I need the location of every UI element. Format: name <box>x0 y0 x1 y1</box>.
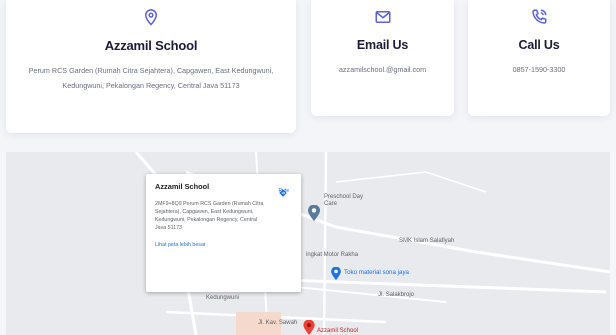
map-info-window: Azzamil School 2MF9+8Q9 Perum RCS Garden… <box>146 174 301 292</box>
phone-card: Call Us 0857-1590-3300 <box>468 0 610 116</box>
email-card: Email Us azzamilschool.@gmail.com <box>311 0 454 116</box>
map-label-kedungwuni: Kedungwuni <box>206 295 240 301</box>
email-title: Email Us <box>356 38 409 52</box>
map-label-azzamil: Azzamil School <box>317 328 359 334</box>
phone-title: Call Us <box>518 38 560 52</box>
info-window-address: 2MF9+8Q9 Perum RCS Garden (Rumah Citra S… <box>155 201 264 231</box>
map-label-toko: Toko material sona jaya <box>344 269 410 276</box>
phone-call-icon <box>532 9 547 24</box>
directions-icon <box>279 189 288 197</box>
directions-button[interactable]: Rute <box>278 188 289 197</box>
store-pin-icon <box>331 267 341 280</box>
preschool-pin-icon <box>308 205 320 221</box>
envelope-icon <box>375 11 390 23</box>
address-card: Azzamil School Perum RCS Garden (Rumah C… <box>6 0 296 133</box>
phone-number[interactable]: 0857-1590-3300 <box>474 62 604 77</box>
larger-map-link[interactable]: Lihat peta lebih besar <box>155 242 292 248</box>
map-pin-icon <box>144 9 158 26</box>
map-label-smk: SMK Islam Salafiyah <box>399 238 455 244</box>
map-label-motor: ingkat Motor Rakha <box>306 252 359 258</box>
map-label-kav: Jl. Kav. Sawah <box>258 320 298 326</box>
map-label-preschool: Preschool Day Care <box>324 194 364 207</box>
info-window-title: Azzamil School <box>155 182 210 191</box>
map-label-salakbrojo: Jl. Salakbrojo <box>378 292 415 298</box>
address-title: Azzamil School <box>104 38 198 53</box>
embedded-map[interactable]: Preschool Day Care ingkat Motor Rakha SM… <box>6 152 610 335</box>
email-address[interactable]: azzamilschool.@gmail.com <box>317 62 448 77</box>
map-roads <box>134 152 610 335</box>
address-text: Perum RCS Garden (Rumah Citra Sejahtera)… <box>28 66 274 90</box>
azzamil-marker-icon[interactable] <box>303 320 315 335</box>
